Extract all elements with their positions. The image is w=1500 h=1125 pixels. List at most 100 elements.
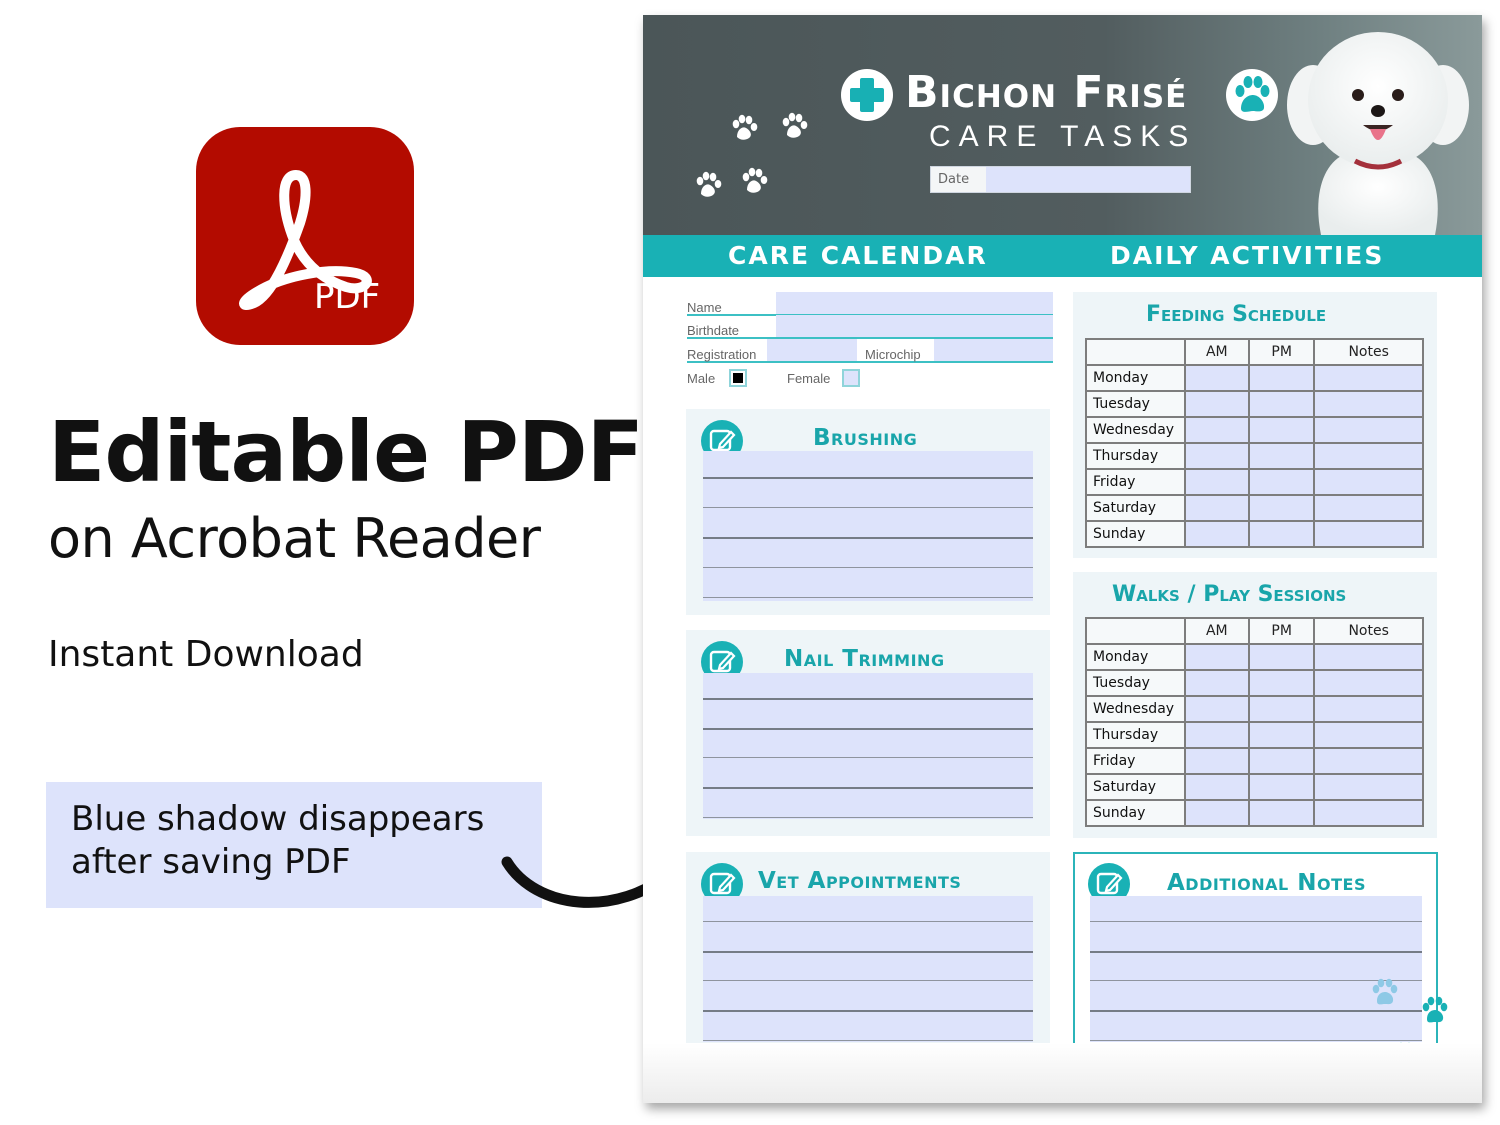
am-input[interactable] <box>1185 418 1248 442</box>
column-header <box>1085 617 1186 645</box>
pm-cell[interactable] <box>1247 643 1316 671</box>
notes-cell[interactable] <box>1313 643 1424 671</box>
pm-input[interactable] <box>1249 775 1314 799</box>
notes-cell[interactable] <box>1313 390 1424 418</box>
notes-cell[interactable] <box>1313 416 1424 444</box>
notes-input[interactable] <box>1315 723 1422 747</box>
name-input[interactable] <box>776 292 1053 314</box>
notes-input[interactable] <box>1315 801 1422 825</box>
notes-cell[interactable] <box>1313 773 1424 801</box>
nail-trimming-text-area[interactable] <box>703 673 1033 819</box>
am-input[interactable] <box>1185 723 1248 747</box>
am-input[interactable] <box>1185 775 1248 799</box>
vet-appointments-text-area[interactable] <box>703 896 1033 1042</box>
am-cell[interactable] <box>1183 773 1250 801</box>
date-field[interactable]: Date <box>930 166 1191 193</box>
brushing-text-area[interactable] <box>703 451 1033 601</box>
pm-cell[interactable] <box>1247 747 1316 775</box>
pm-input[interactable] <box>1249 801 1314 825</box>
pm-cell[interactable] <box>1247 416 1316 444</box>
am-cell[interactable] <box>1183 442 1250 470</box>
medical-cross-icon <box>841 69 893 121</box>
pm-input[interactable] <box>1249 697 1314 721</box>
am-cell[interactable] <box>1183 364 1250 392</box>
pm-cell[interactable] <box>1247 669 1316 697</box>
pm-cell[interactable] <box>1247 364 1316 392</box>
am-cell[interactable] <box>1183 721 1250 749</box>
pm-input[interactable] <box>1249 496 1314 520</box>
female-checkbox[interactable] <box>842 369 860 387</box>
registration-input[interactable] <box>767 339 857 361</box>
notes-input[interactable] <box>1315 444 1422 468</box>
male-checkbox[interactable] <box>729 369 747 387</box>
am-cell[interactable] <box>1183 494 1250 522</box>
notes-input[interactable] <box>1315 392 1422 416</box>
pm-input[interactable] <box>1249 671 1314 695</box>
pm-input[interactable] <box>1249 645 1314 669</box>
am-cell[interactable] <box>1183 799 1250 827</box>
pm-input[interactable] <box>1249 366 1314 390</box>
notes-cell[interactable] <box>1313 721 1424 749</box>
notes-cell[interactable] <box>1313 520 1424 548</box>
am-input[interactable] <box>1185 522 1248 546</box>
notes-input[interactable] <box>1315 671 1422 695</box>
am-cell[interactable] <box>1183 747 1250 775</box>
table-row: Tuesday <box>1085 390 1424 418</box>
pm-input[interactable] <box>1249 444 1314 468</box>
am-input[interactable] <box>1185 366 1248 390</box>
pm-cell[interactable] <box>1247 494 1316 522</box>
pm-cell[interactable] <box>1247 520 1316 548</box>
pm-input[interactable] <box>1249 470 1314 494</box>
notes-input[interactable] <box>1315 496 1422 520</box>
pm-cell[interactable] <box>1247 773 1316 801</box>
pm-input[interactable] <box>1249 418 1314 442</box>
am-input[interactable] <box>1185 671 1248 695</box>
am-cell[interactable] <box>1183 695 1250 723</box>
pm-input[interactable] <box>1249 392 1314 416</box>
notes-input[interactable] <box>1315 645 1422 669</box>
additional-notes-text-area[interactable] <box>1090 896 1422 1042</box>
am-input[interactable] <box>1185 496 1248 520</box>
notes-input[interactable] <box>1315 522 1422 546</box>
am-input[interactable] <box>1185 444 1248 468</box>
am-cell[interactable] <box>1183 643 1250 671</box>
pm-cell[interactable] <box>1247 721 1316 749</box>
notes-input[interactable] <box>1315 418 1422 442</box>
notes-input[interactable] <box>1315 366 1422 390</box>
am-input[interactable] <box>1185 392 1248 416</box>
am-input[interactable] <box>1185 470 1248 494</box>
pm-input[interactable] <box>1249 522 1314 546</box>
date-input[interactable] <box>986 167 1190 192</box>
am-input[interactable] <box>1185 801 1248 825</box>
am-input[interactable] <box>1185 749 1248 773</box>
am-cell[interactable] <box>1183 416 1250 444</box>
notes-cell[interactable] <box>1313 442 1424 470</box>
notes-input[interactable] <box>1315 697 1422 721</box>
notes-input[interactable] <box>1315 749 1422 773</box>
pm-cell[interactable] <box>1247 390 1316 418</box>
subheadline: on Acrobat Reader <box>48 507 541 570</box>
notes-cell[interactable] <box>1313 747 1424 775</box>
pm-input[interactable] <box>1249 723 1314 747</box>
notes-cell[interactable] <box>1313 669 1424 697</box>
notes-cell[interactable] <box>1313 494 1424 522</box>
notes-cell[interactable] <box>1313 695 1424 723</box>
am-cell[interactable] <box>1183 520 1250 548</box>
pm-input[interactable] <box>1249 749 1314 773</box>
pm-cell[interactable] <box>1247 468 1316 496</box>
pm-cell[interactable] <box>1247 695 1316 723</box>
microchip-input[interactable] <box>934 339 1053 361</box>
notes-cell[interactable] <box>1313 364 1424 392</box>
am-cell[interactable] <box>1183 468 1250 496</box>
birthdate-input[interactable] <box>776 315 1053 337</box>
am-input[interactable] <box>1185 697 1248 721</box>
pm-cell[interactable] <box>1247 442 1316 470</box>
notes-cell[interactable] <box>1313 799 1424 827</box>
notes-cell[interactable] <box>1313 468 1424 496</box>
notes-input[interactable] <box>1315 470 1422 494</box>
pm-cell[interactable] <box>1247 799 1316 827</box>
am-input[interactable] <box>1185 645 1248 669</box>
am-cell[interactable] <box>1183 669 1250 697</box>
notes-input[interactable] <box>1315 775 1422 799</box>
am-cell[interactable] <box>1183 390 1250 418</box>
